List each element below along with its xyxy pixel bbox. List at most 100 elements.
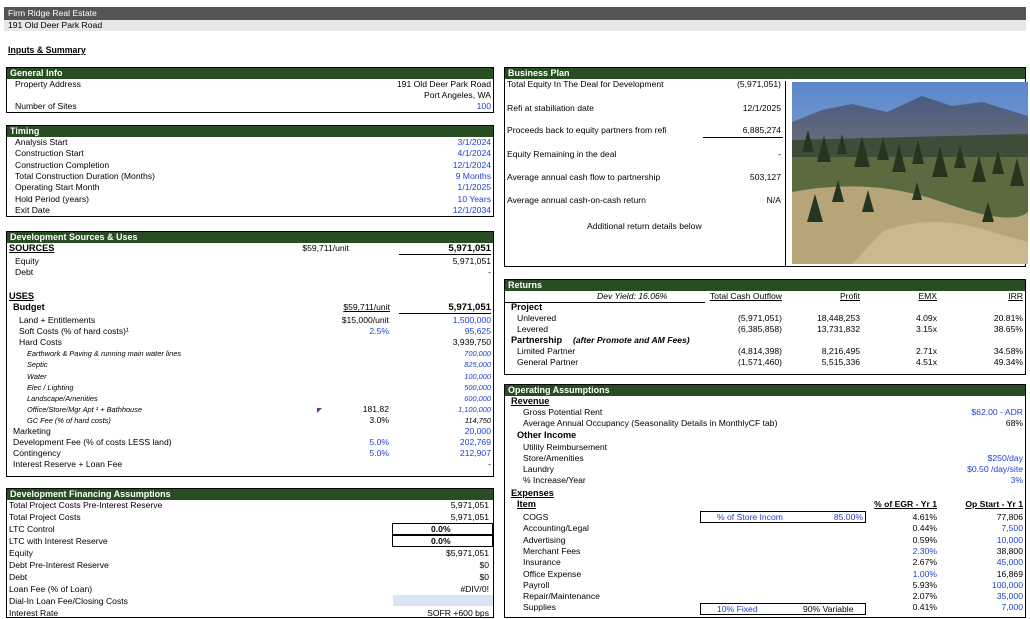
financing-value: 5,971,051 [450,500,489,510]
budget-line-label: Water [27,371,47,381]
returns-value: 20.81% [993,313,1023,323]
returns-value: 5,515,336 [821,357,860,367]
expense-row: Office Expense 1.00% 16,869 [505,569,1025,580]
budget-line-assumption[interactable]: $15,000/unit [342,315,389,326]
gpr-value[interactable]: $62.00 - ADR [971,407,1023,418]
expense-label: Merchant Fees [523,545,581,556]
business-plan-label: Average annual cash-on-cash return [507,195,646,205]
debt-label: Debt [15,267,34,277]
budget-line-assumption[interactable]: 2.5% [369,326,389,337]
expense-row: Advertising 0.59% 10,000 [505,535,1025,546]
returns-label: Limited Partner [517,346,576,356]
revenue-label: Revenue [511,396,550,406]
financing-row: Loan Fee (% of Loan) #DIV/0! [7,584,493,595]
budget-line-value[interactable]: 212,907 [460,448,491,459]
equity-value: 5,971,051 [452,256,491,266]
budget-line-value: 500,000 [464,382,491,392]
expense-value[interactable]: 35,000 [997,591,1023,602]
returns-value: 3.15x [915,324,937,334]
budget-line-assumption[interactable]: 181.82 [363,404,389,415]
budget-row: GC Fee (% of hard costs) 3.0% 114,750 [7,415,493,426]
budget-line-label: Elec / Lighting [27,382,74,392]
number-of-sites-value[interactable]: 100 [477,101,491,112]
expense-value[interactable]: 7,500 [1001,523,1023,534]
timing-value[interactable]: 3/1/2024 [458,137,491,148]
uses-label: USES [9,291,35,301]
budget-line-label: Development Fee (% of costs LESS land) [13,437,172,448]
expense-pct: 0.41% [912,602,937,613]
timing-value[interactable]: 4/1/2024 [458,148,491,159]
property-address-bar: 191 Old Deer Park Road [4,20,1026,31]
returns-row: General Partner (1,571,460) 5,515,336 4.51x… [505,357,1025,368]
expense-value[interactable]: 45,000 [997,557,1023,568]
general-info-panel: General Info Property Address 191 Old Dee… [6,67,494,113]
store-value[interactable]: $250/day [988,453,1023,464]
ltc-interest-box [392,535,493,547]
budget-line-assumption[interactable]: 5.0% [369,437,389,448]
financing-row: Debt Pre-Interest Reserve $0 [7,560,493,571]
financing-header: Development Financing Assumptions [7,489,493,500]
financing-row: Total Project Costs 5,971,051 [7,512,493,523]
property-address-line1[interactable]: 191 Old Deer Park Road [397,79,491,90]
expense-value[interactable]: 10,000 [997,535,1023,546]
timing-value[interactable]: 9 Months [456,171,491,182]
expense-value: 16,869 [996,568,1023,579]
business-plan-label: Refi at stabiliation date [507,103,594,113]
financing-label: Debt [9,572,28,582]
financing-value: #DIV/0! [460,584,489,594]
timing-label: Construction Completion [15,159,110,170]
expense-value[interactable]: 7,000 [1001,602,1023,613]
timing-value[interactable]: 12/1/2024 [453,160,491,171]
col-emx: EMX [918,291,937,301]
business-plan-value: N/A [766,195,781,205]
expense-pct: 5.93% [912,579,937,590]
partnership-label: Partnership [511,335,563,345]
financing-label: LTC with Interest Reserve [9,536,108,546]
timing-value[interactable]: 1/1/2025 [458,182,491,193]
budget-line-label: Landscape/Amenities [27,393,98,403]
budget-line-value: 600,000 [464,393,491,403]
business-plan-value: 12/1/2025 [742,103,781,113]
equity-label: Equity [15,256,39,266]
budget-line-value[interactable]: 20,000 [465,426,491,437]
budget-row: Hard Costs 3,939,750 [7,337,493,348]
timing-value[interactable]: 10 Years [458,194,491,205]
expenses-label: Expenses [511,488,554,498]
expense-value: 38,800 [996,545,1023,556]
property-address-line2[interactable]: Port Angeles, WA [424,90,491,101]
operating-assumptions-panel: Operating Assumptions Revenue Gross Pote… [504,384,1026,618]
number-of-sites-label: Number of Sites [15,101,77,111]
budget-line-value: 100,000 [464,371,491,381]
timing-row: Exit Date 12/1/2034 [7,205,493,216]
returns-row: Limited Partner (4,814,398) 8,216,495 2.71x… [505,346,1025,357]
returns-row: Unlevered (5,971,051) 18,448,253 4.09x 20.81… [505,313,1025,324]
budget-line-value[interactable]: 202,769 [460,437,491,448]
budget-line-value[interactable]: 95,625 [465,326,491,337]
budget-line-label: Interest Reserve + Loan Fee [13,459,123,470]
budget-line-assumption[interactable]: 5.0% [369,448,389,459]
laundry-value[interactable]: $0.50 /day/site [967,464,1023,475]
underline [703,137,783,138]
ltc-control-box[interactable] [392,523,493,535]
returns-row: Levered (6,385,858) 13,731,832 3.15x 38.65% [505,324,1025,335]
timing-value[interactable]: 12/1/2034 [453,205,491,216]
timing-header: Timing [7,126,493,137]
returns-value: 2.71x [915,346,937,356]
expense-pct[interactable]: 1.00% [913,569,937,580]
budget-line-assumption[interactable]: 3.0% [369,415,389,426]
landscape-photo-icon [792,82,1028,264]
business-plan-label: Total Equity In The Deal for Development [507,79,664,89]
expense-pct[interactable]: 2.30% [913,546,937,557]
supplies-fixed[interactable]: 10% Fixed [717,604,758,614]
financing-row: Debt $0 [7,572,493,583]
business-plan-label: Proceeds back to equity partners from re… [507,125,667,135]
property-photo [792,82,1028,264]
financing-label: Dial-In Loan Fee/Closing Costs [9,596,128,606]
expense-value[interactable]: 100,000 [992,580,1023,591]
budget-row: Office/Store/Mgr Apt ¹ + Bathhouse 181.82… [7,404,493,415]
increase-value[interactable]: 3% [1011,475,1023,486]
budget-line-value[interactable]: 1,500,000 [453,315,491,326]
financing-label: Equity [9,548,33,558]
financing-label: Total Project Costs Pre-Interest Reserve [9,500,163,510]
timing-label: Analysis Start [15,137,68,147]
